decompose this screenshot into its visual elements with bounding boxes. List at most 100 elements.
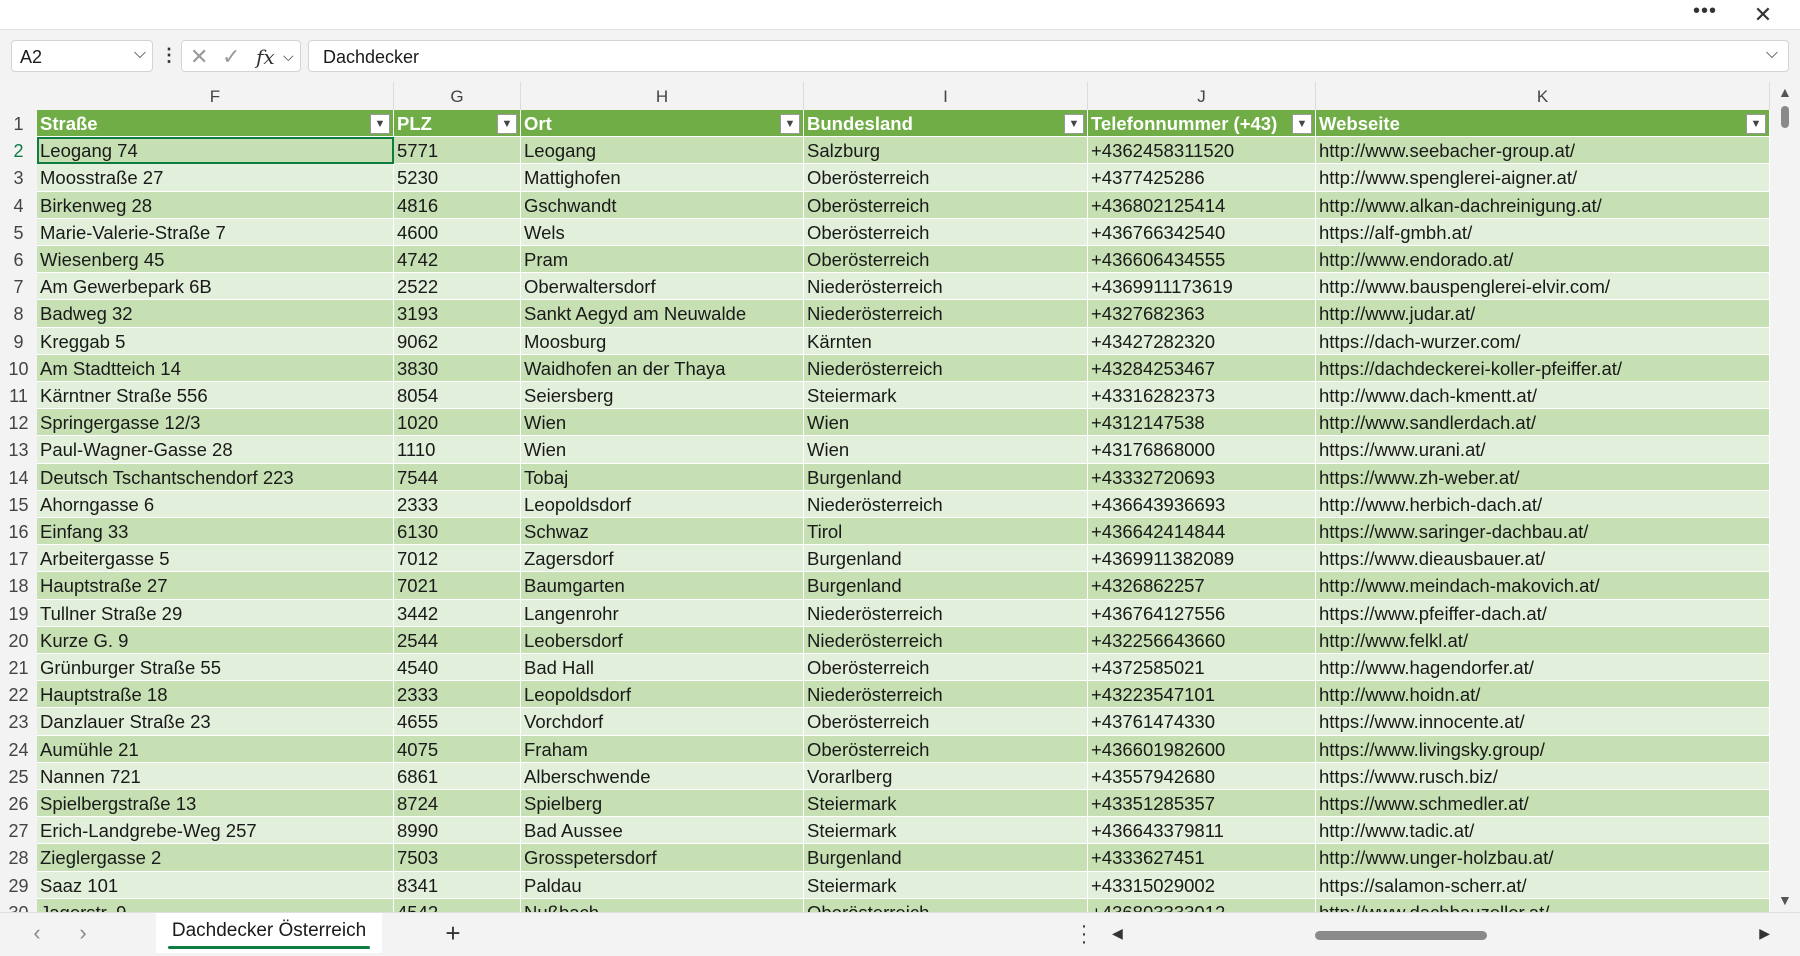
table-cell[interactable]: +4333627451: [1088, 844, 1316, 872]
table-cell[interactable]: 8341: [394, 871, 521, 899]
table-cell[interactable]: +43427282320: [1088, 327, 1316, 355]
filter-dropdown-icon[interactable]: ▼: [1746, 114, 1766, 134]
table-cell[interactable]: Steiermark: [804, 871, 1088, 899]
horizontal-scrollbar[interactable]: ◀ ▶: [1112, 925, 1770, 945]
table-cell[interactable]: Badweg 32: [37, 300, 394, 328]
table-cell[interactable]: Wiesenberg 45: [37, 246, 394, 274]
name-box[interactable]: A2 ⌵: [11, 40, 153, 72]
close-icon[interactable]: ✕: [1750, 2, 1776, 28]
row-header[interactable]: 30: [0, 898, 37, 912]
table-cell[interactable]: Niederösterreich: [804, 273, 1088, 301]
table-cell[interactable]: +4372585021: [1088, 654, 1316, 682]
table-cell[interactable]: 4600: [394, 218, 521, 246]
row-header[interactable]: 25: [0, 762, 37, 790]
table-cell[interactable]: Schwaz: [521, 518, 804, 546]
table-cell[interactable]: 7021: [394, 572, 521, 600]
row-header[interactable]: 16: [0, 518, 37, 546]
row-header[interactable]: 24: [0, 735, 37, 763]
table-header-cell[interactable]: Telefonnummer (+43) ▼: [1088, 110, 1316, 138]
row-header[interactable]: 14: [0, 463, 37, 491]
row-header[interactable]: 18: [0, 572, 37, 600]
table-cell[interactable]: 4540: [394, 654, 521, 682]
table-cell[interactable]: 2522: [394, 273, 521, 301]
row-header[interactable]: 21: [0, 654, 37, 682]
table-cell[interactable]: +432256643660: [1088, 626, 1316, 654]
chevron-right-icon[interactable]: ›: [70, 921, 96, 947]
table-cell[interactable]: Leopoldsdorf: [521, 681, 804, 709]
table-cell[interactable]: +436642414844: [1088, 518, 1316, 546]
table-cell[interactable]: Jagerstr. 9: [37, 898, 394, 912]
chevron-down-icon[interactable]: ⌵: [134, 45, 146, 63]
table-cell[interactable]: Steiermark: [804, 817, 1088, 845]
chevron-down-icon[interactable]: ⌵: [283, 48, 294, 65]
table-cell[interactable]: Hauptstraße 18: [37, 681, 394, 709]
table-cell[interactable]: 4655: [394, 708, 521, 736]
row-header[interactable]: 19: [0, 599, 37, 627]
table-cell[interactable]: Burgenland: [804, 844, 1088, 872]
table-cell[interactable]: 2544: [394, 626, 521, 654]
row-header[interactable]: 1: [0, 110, 37, 138]
table-cell[interactable]: Bad Hall: [521, 654, 804, 682]
table-cell[interactable]: +4377425286: [1088, 164, 1316, 192]
table-cell[interactable]: Leogang: [521, 137, 804, 165]
table-cell[interactable]: 1110: [394, 436, 521, 464]
row-header[interactable]: 6: [0, 246, 37, 274]
table-cell[interactable]: Wien: [521, 409, 804, 437]
column-header-g[interactable]: G: [394, 82, 521, 110]
table-cell[interactable]: Oberösterreich: [804, 654, 1088, 682]
table-cell[interactable]: http://www.hoidn.at/: [1316, 681, 1770, 709]
table-cell[interactable]: Grünburger Straße 55: [37, 654, 394, 682]
table-cell[interactable]: Salzburg: [804, 137, 1088, 165]
row-header[interactable]: 11: [0, 382, 37, 410]
table-cell[interactable]: +436803333012: [1088, 898, 1316, 912]
table-cell[interactable]: Vorchdorf: [521, 708, 804, 736]
table-cell[interactable]: Birkenweg 28: [37, 191, 394, 219]
scroll-left-icon[interactable]: ◀: [1112, 925, 1123, 942]
table-header-cell[interactable]: Webseite ▼: [1316, 110, 1770, 138]
table-cell[interactable]: Oberösterreich: [804, 218, 1088, 246]
table-header-cell[interactable]: Bundesland ▼: [804, 110, 1088, 138]
table-cell[interactable]: http://www.sandlerdach.at/: [1316, 409, 1770, 437]
table-cell[interactable]: http://www.herbich-dach.at/: [1316, 490, 1770, 518]
check-icon[interactable]: ✓: [222, 44, 240, 70]
scroll-right-icon[interactable]: ▶: [1759, 925, 1770, 942]
row-header[interactable]: 27: [0, 817, 37, 845]
table-cell[interactable]: 3442: [394, 599, 521, 627]
table-header-cell[interactable]: Ort ▼: [521, 110, 804, 138]
table-cell[interactable]: Leopoldsdorf: [521, 490, 804, 518]
table-cell[interactable]: 7544: [394, 463, 521, 491]
table-cell[interactable]: Burgenland: [804, 463, 1088, 491]
table-cell[interactable]: Paul-Wagner-Gasse 28: [37, 436, 394, 464]
table-cell[interactable]: Kärntner Straße 556: [37, 382, 394, 410]
select-all-corner[interactable]: [0, 82, 37, 110]
table-cell[interactable]: Zieglergasse 2: [37, 844, 394, 872]
table-cell[interactable]: https://www.urani.at/: [1316, 436, 1770, 464]
table-cell[interactable]: Tobaj: [521, 463, 804, 491]
row-header[interactable]: 4: [0, 191, 37, 219]
table-cell[interactable]: Einfang 33: [37, 518, 394, 546]
table-cell[interactable]: Steiermark: [804, 790, 1088, 818]
table-cell[interactable]: https://www.dieausbauer.at/: [1316, 545, 1770, 573]
table-cell[interactable]: Erich-Landgrebe-Weg 257: [37, 817, 394, 845]
table-cell[interactable]: https://www.zh-weber.at/: [1316, 463, 1770, 491]
table-cell[interactable]: 4542: [394, 898, 521, 912]
table-cell[interactable]: https://dach-wurzer.com/: [1316, 327, 1770, 355]
table-cell[interactable]: Leobersdorf: [521, 626, 804, 654]
scroll-up-icon[interactable]: ▲: [1778, 84, 1792, 100]
table-cell[interactable]: +4369911382089: [1088, 545, 1316, 573]
table-cell[interactable]: 8054: [394, 382, 521, 410]
table-cell[interactable]: +43284253467: [1088, 354, 1316, 382]
table-cell[interactable]: https://www.schmedler.at/: [1316, 790, 1770, 818]
table-cell[interactable]: http://www.judar.at/: [1316, 300, 1770, 328]
table-cell[interactable]: 3193: [394, 300, 521, 328]
table-cell[interactable]: Seiersberg: [521, 382, 804, 410]
table-cell[interactable]: Wien: [521, 436, 804, 464]
table-cell[interactable]: +436643936693: [1088, 490, 1316, 518]
horizontal-scroll-thumb[interactable]: [1315, 931, 1487, 940]
table-cell[interactable]: 4742: [394, 246, 521, 274]
table-cell[interactable]: 4075: [394, 735, 521, 763]
column-header-j[interactable]: J: [1088, 82, 1316, 110]
table-cell[interactable]: Niederösterreich: [804, 490, 1088, 518]
table-cell[interactable]: Grosspetersdorf: [521, 844, 804, 872]
table-cell[interactable]: Oberösterreich: [804, 708, 1088, 736]
